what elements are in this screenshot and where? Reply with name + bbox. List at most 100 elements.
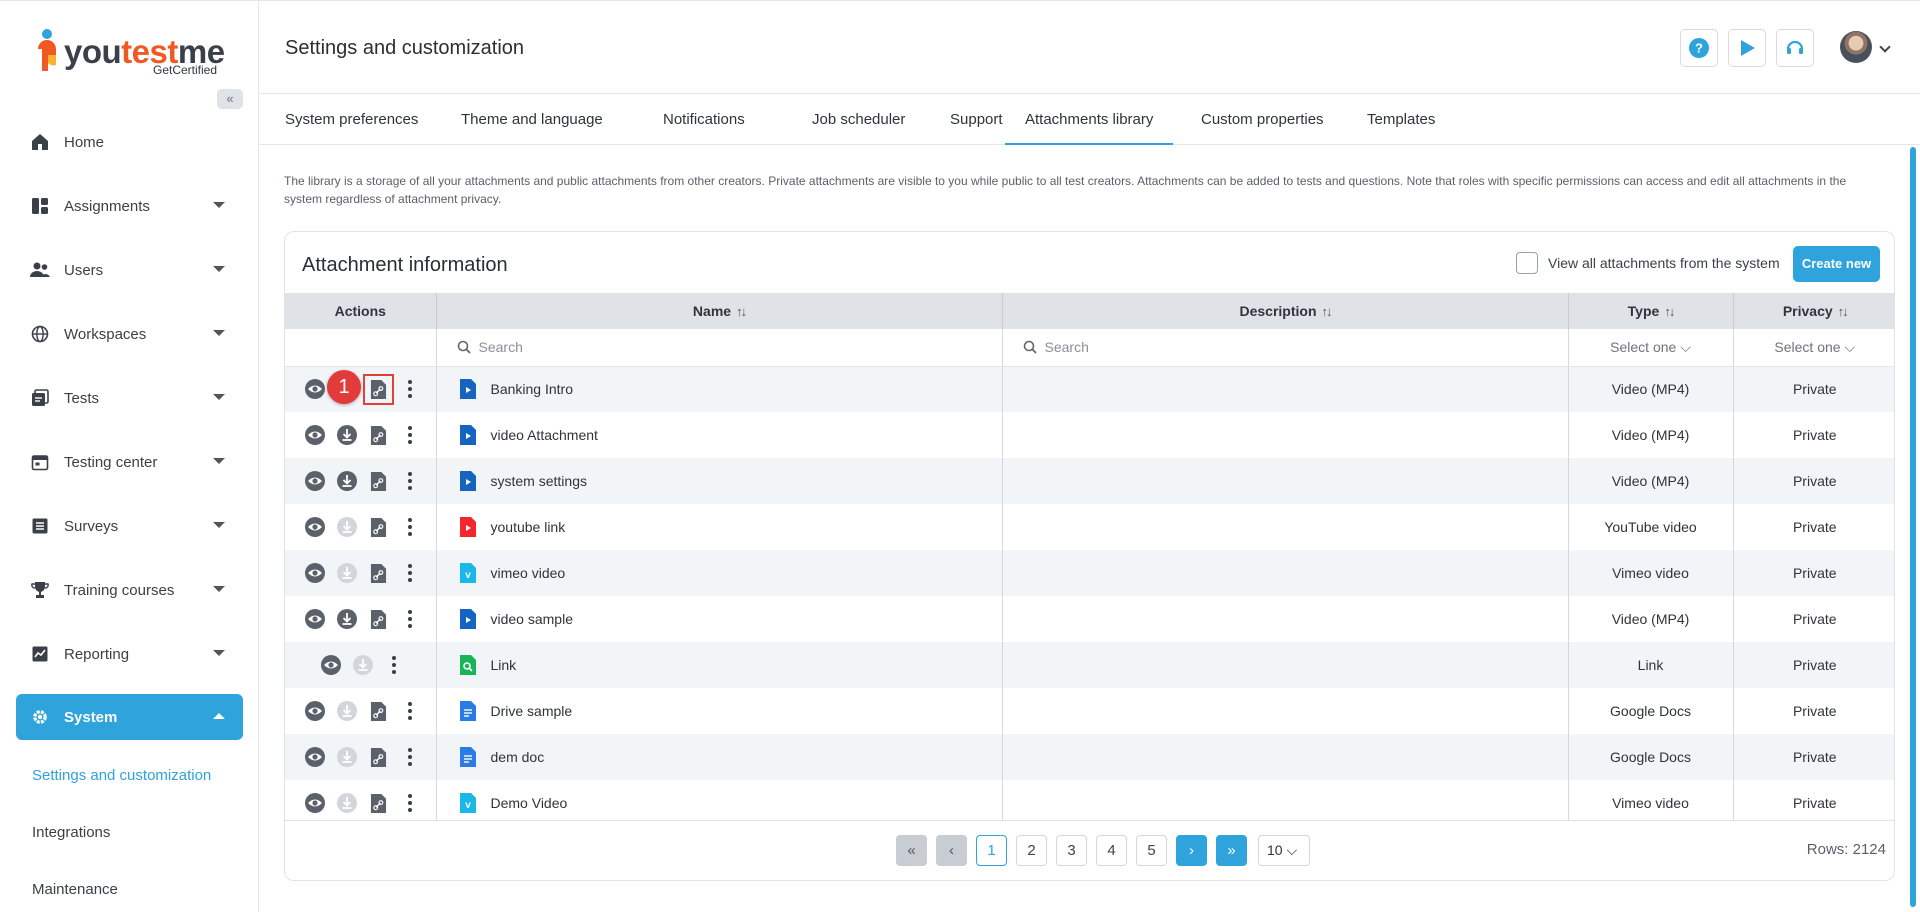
more-options-icon[interactable]: [402, 561, 418, 586]
chevron-down-icon[interactable]: [1879, 41, 1891, 53]
scrollbar[interactable]: [1910, 147, 1916, 907]
sidebar-item-surveys[interactable]: Surveys: [16, 503, 243, 549]
name-cell[interactable]: youtube link: [436, 504, 1003, 550]
sidebar-item-label: Testing center: [64, 453, 158, 471]
table-row: youtube link YouTube video Private: [285, 504, 1894, 550]
download-icon[interactable]: [334, 607, 359, 632]
column-description[interactable]: Description ↑↓: [1002, 293, 1569, 329]
sidebar-item-tests[interactable]: Tests: [16, 375, 243, 421]
avatar[interactable]: [1840, 31, 1872, 63]
view-eye-icon[interactable]: [302, 423, 327, 448]
name-cell[interactable]: Link: [436, 642, 1003, 688]
more-options-icon[interactable]: [402, 791, 418, 816]
more-options-icon[interactable]: [402, 607, 418, 632]
more-options-icon[interactable]: [402, 423, 418, 448]
name-cell[interactable]: video sample: [436, 596, 1003, 642]
name-search-input[interactable]: Search: [436, 329, 1003, 367]
last-page-button[interactable]: »: [1216, 835, 1247, 866]
view-eye-icon[interactable]: [302, 745, 327, 770]
copy-link-icon[interactable]: [366, 469, 391, 494]
tab-system-preferences[interactable]: System preferences: [265, 94, 438, 145]
collapse-sidebar-button[interactable]: «: [217, 89, 243, 109]
name-cell[interactable]: system settings: [436, 458, 1003, 504]
view-eye-icon[interactable]: [302, 515, 327, 540]
view-eye-icon[interactable]: [302, 469, 327, 494]
download-icon[interactable]: [334, 469, 359, 494]
tab-job-scheduler[interactable]: Job scheduler: [792, 94, 925, 145]
sort-icon[interactable]: ↑↓: [736, 304, 747, 319]
page-button-4[interactable]: 4: [1096, 835, 1127, 866]
more-options-icon[interactable]: [386, 653, 402, 678]
next-page-button[interactable]: ›: [1176, 835, 1207, 866]
sidebar-item-users[interactable]: Users: [16, 247, 243, 293]
view-all-toggle[interactable]: View all attachments from the system: [1516, 252, 1780, 274]
table-row: Banking Intro Video (MP4) Private: [285, 366, 1894, 412]
sidebar-item-training-courses[interactable]: Training courses: [16, 567, 243, 613]
name-cell[interactable]: Drive sample: [436, 688, 1003, 734]
sidebar-subitem-settings[interactable]: Settings and customization: [32, 767, 211, 784]
page-button-1[interactable]: 1: [976, 835, 1007, 866]
create-new-button[interactable]: Create new: [1793, 246, 1880, 282]
sort-icon[interactable]: ↑↓: [1664, 304, 1675, 319]
pagination: « ‹ 1 2 3 4 5 › » 10 ⌵ Rows: 2124: [285, 820, 1894, 880]
view-eye-icon[interactable]: [302, 607, 327, 632]
name-cell[interactable]: v vimeo video: [436, 550, 1003, 596]
sort-icon[interactable]: ↑↓: [1322, 304, 1333, 319]
copy-link-icon[interactable]: [366, 607, 391, 632]
sidebar-item-reporting[interactable]: Reporting: [16, 631, 243, 677]
type-filter-select[interactable]: Select one ⌵: [1568, 329, 1734, 367]
tab-theme-language[interactable]: Theme and language: [441, 94, 623, 145]
copy-link-icon[interactable]: [366, 515, 391, 540]
sidebar-item-assignments[interactable]: Assignments: [16, 183, 243, 229]
sidebar-item-home[interactable]: Home: [16, 119, 243, 165]
name-cell[interactable]: video Attachment: [436, 412, 1003, 458]
view-eye-icon[interactable]: [302, 377, 327, 402]
copy-link-icon[interactable]: [366, 699, 391, 724]
copy-link-icon[interactable]: [366, 745, 391, 770]
page-button-5[interactable]: 5: [1136, 835, 1167, 866]
sidebar-item-label: System: [64, 708, 118, 726]
docs-file-icon: [459, 746, 477, 768]
copy-link-icon[interactable]: [366, 561, 391, 586]
tab-custom-properties[interactable]: Custom properties: [1181, 94, 1344, 145]
copy-link-icon[interactable]: [366, 791, 391, 816]
more-options-icon[interactable]: [402, 515, 418, 540]
chevron-up-icon: [213, 713, 225, 719]
view-eye-icon[interactable]: [302, 561, 327, 586]
tab-templates[interactable]: Templates: [1347, 94, 1455, 145]
column-type[interactable]: Type ↑↓: [1568, 293, 1734, 329]
more-options-icon[interactable]: [402, 469, 418, 494]
download-icon[interactable]: [334, 423, 359, 448]
first-page-button[interactable]: «: [896, 835, 927, 866]
name-cell[interactable]: Banking Intro: [436, 366, 1003, 412]
sidebar-item-testing-center[interactable]: Testing center: [16, 439, 243, 485]
sidebar-subitem-maintenance[interactable]: Maintenance: [32, 881, 118, 898]
view-eye-icon[interactable]: [302, 791, 327, 816]
help-button[interactable]: ?: [1680, 29, 1718, 67]
prev-page-button[interactable]: ‹: [936, 835, 967, 866]
tab-notifications[interactable]: Notifications: [643, 94, 765, 145]
more-options-icon[interactable]: [402, 699, 418, 724]
support-button[interactable]: [1776, 29, 1814, 67]
sort-icon[interactable]: ↑↓: [1838, 304, 1849, 319]
play-tour-button[interactable]: [1728, 29, 1766, 67]
page-size-select[interactable]: 10 ⌵: [1258, 835, 1310, 866]
tab-attachments-library[interactable]: Attachments library: [1005, 94, 1174, 145]
sidebar-item-system[interactable]: System: [16, 694, 243, 740]
privacy-filter-select[interactable]: Select one ⌵: [1733, 329, 1894, 367]
sidebar-subitem-integrations[interactable]: Integrations: [32, 824, 110, 841]
column-privacy[interactable]: Privacy ↑↓: [1733, 293, 1894, 329]
more-options-icon[interactable]: [402, 377, 418, 402]
sidebar-item-workspaces[interactable]: Workspaces: [16, 311, 243, 357]
view-eye-icon[interactable]: [318, 653, 343, 678]
column-name[interactable]: Name ↑↓: [436, 293, 1003, 329]
copy-link-icon[interactable]: [363, 373, 395, 405]
page-button-2[interactable]: 2: [1016, 835, 1047, 866]
view-all-checkbox[interactable]: [1516, 252, 1538, 274]
view-eye-icon[interactable]: [302, 699, 327, 724]
page-button-3[interactable]: 3: [1056, 835, 1087, 866]
copy-link-icon[interactable]: [366, 423, 391, 448]
more-options-icon[interactable]: [402, 745, 418, 770]
name-cell[interactable]: dem doc: [436, 734, 1003, 780]
description-search-input[interactable]: Search: [1002, 329, 1569, 367]
